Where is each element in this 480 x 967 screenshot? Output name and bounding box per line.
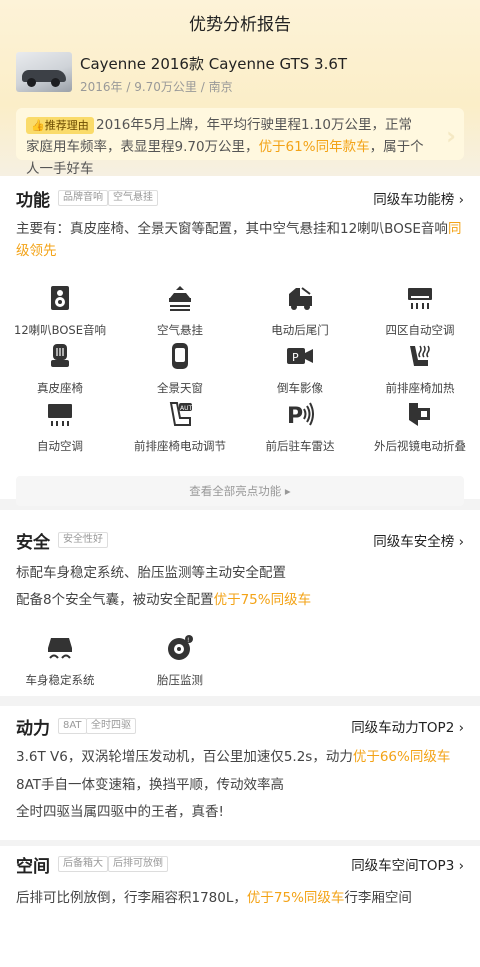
safety-section: 安全 安全性好 同级车安全榜 › 标配车身稳定系统、胎压监测等主动安全配置 配备… [0,510,480,696]
power-tailgate-icon [289,287,312,310]
feature-tire-pressure[interactable]: ! 胎压监测 [120,634,240,688]
page-title: 优势分析报告 [189,15,291,35]
feature-parking-radar[interactable]: P 前后驻车雷达 [240,400,360,454]
safety-title: 安全 [16,533,50,553]
recommend-box[interactable]: 2016年5月上牌，年平均行驶里程1.10万公里，正常家庭用车频率，表显里程9.… [16,108,464,177]
panoramic-sunroof-icon [172,343,188,369]
view-all-features-button[interactable]: 查看全部亮点功能 ▸ [16,476,464,506]
car-name: Cayenne 2016款 Cayenne GTS 3.6T [80,55,348,73]
recommend-badge: 👍推荐理由 [26,117,94,134]
power-line2: 8AT手自一体变速箱，换挡平顺，传动效率高 [16,777,285,793]
leather-seat-icon [51,344,69,367]
safety-line2: 配备8个安全气囊，被动安全配置优于75%同级车 [16,592,312,608]
function-desc: 主要有：真皮座椅、全景天窗等配置，其中空气悬挂和12喇叭BOSE音响同级领先 [16,221,462,259]
feature-leather-seat[interactable]: 真皮座椅 [0,342,120,396]
power-tag: 8AT [58,718,87,734]
function-tag: 品牌音响 [58,190,108,206]
function-tag: 空气悬挂 [108,190,158,206]
svg-text:P: P [287,404,303,428]
air-suspension-icon [169,286,191,311]
tire-pressure-icon: ! [168,635,193,660]
feature-seat-heating[interactable]: 前排座椅加热 [360,342,480,396]
feature-speaker[interactable]: 12喇叭BOSE音响 [0,284,120,338]
safety-rank-link[interactable]: 同级车安全榜 › [373,530,464,550]
parking-radar-icon: P [287,402,314,429]
svg-text:P: P [292,351,299,364]
stability-control-icon [48,638,72,659]
function-title: 功能 [16,191,50,211]
feature-air-suspension[interactable]: 空气悬挂 [120,284,240,338]
reverse-camera-icon: P [287,348,313,364]
four-zone-ac-icon [408,288,432,309]
feature-reverse-camera[interactable]: P 倒车影像 [240,342,360,396]
space-section: 空间 后备箱大 后排可放倒 同级车空间TOP3 › 后排可比例放倒，行李厢容积1… [0,846,480,967]
space-line: 后排可比例放倒，行李厢容积1780L，优于75%同级车行李厢空间 [16,890,412,906]
space-title: 空间 [16,857,50,877]
safety-line1: 标配车身稳定系统、胎压监测等主动安全配置 [16,565,286,581]
report-header: 优势分析报告 Cayenne 2016款 Cayenne GTS 3.6T 20… [0,0,480,177]
function-section: 功能 品牌音响 空气悬挂 同级车功能榜 › 主要有：真皮座椅、全景天窗等配置，其… [0,176,480,506]
power-section: 动力 8AT 全时四驱 同级车动力TOP2 › 3.6T V6，双涡轮增压发动机… [0,706,480,840]
svg-text:AUTO: AUTO [180,405,194,412]
power-tag: 全时四驱 [86,718,136,734]
feature-mirror-fold[interactable]: 外后视镜电动折叠 [360,400,480,454]
svg-text:!: ! [187,637,189,644]
auto-ac-icon [48,404,72,426]
feature-power-tailgate[interactable]: 电动后尾门 [240,284,360,338]
power-title: 动力 [16,719,50,739]
safety-tag: 安全性好 [58,532,108,548]
power-line1: 3.6T V6，双涡轮增压发动机，百公里加速仅5.2s，动力优于66%同级车 [16,749,451,765]
car-thumbnail [16,52,72,92]
speaker-icon [51,286,69,310]
chevron-right-icon: › [446,122,456,150]
car-summary[interactable]: Cayenne 2016款 Cayenne GTS 3.6T 2016年 / 9… [16,52,464,96]
feature-four-zone-ac[interactable]: 四区自动空调 [360,284,480,338]
seat-heating-icon [410,345,430,366]
space-tag: 后备箱大 [58,856,108,872]
power-rank-link[interactable]: 同级车动力TOP2 › [351,716,464,736]
space-rank-link[interactable]: 同级车空间TOP3 › [351,854,464,874]
function-rank-link[interactable]: 同级车功能榜 › [373,188,464,208]
power-seat-icon: AUTO [169,402,197,426]
feature-auto-ac[interactable]: 自动空调 [0,400,120,454]
power-line3: 全时四驱当属四驱中的王者，真香! [16,804,224,820]
feature-power-seat[interactable]: AUTO 前排座椅电动调节 [120,400,240,454]
thumbs-up-icon: 👍 [31,119,45,132]
feature-stability-control[interactable]: 车身稳定系统 [0,634,120,688]
car-meta: 2016年 / 9.70万公里 / 南京 [80,80,233,94]
mirror-fold-icon [409,403,430,426]
feature-sunroof[interactable]: 全景天窗 [120,342,240,396]
space-tag: 后排可放倒 [108,856,168,872]
